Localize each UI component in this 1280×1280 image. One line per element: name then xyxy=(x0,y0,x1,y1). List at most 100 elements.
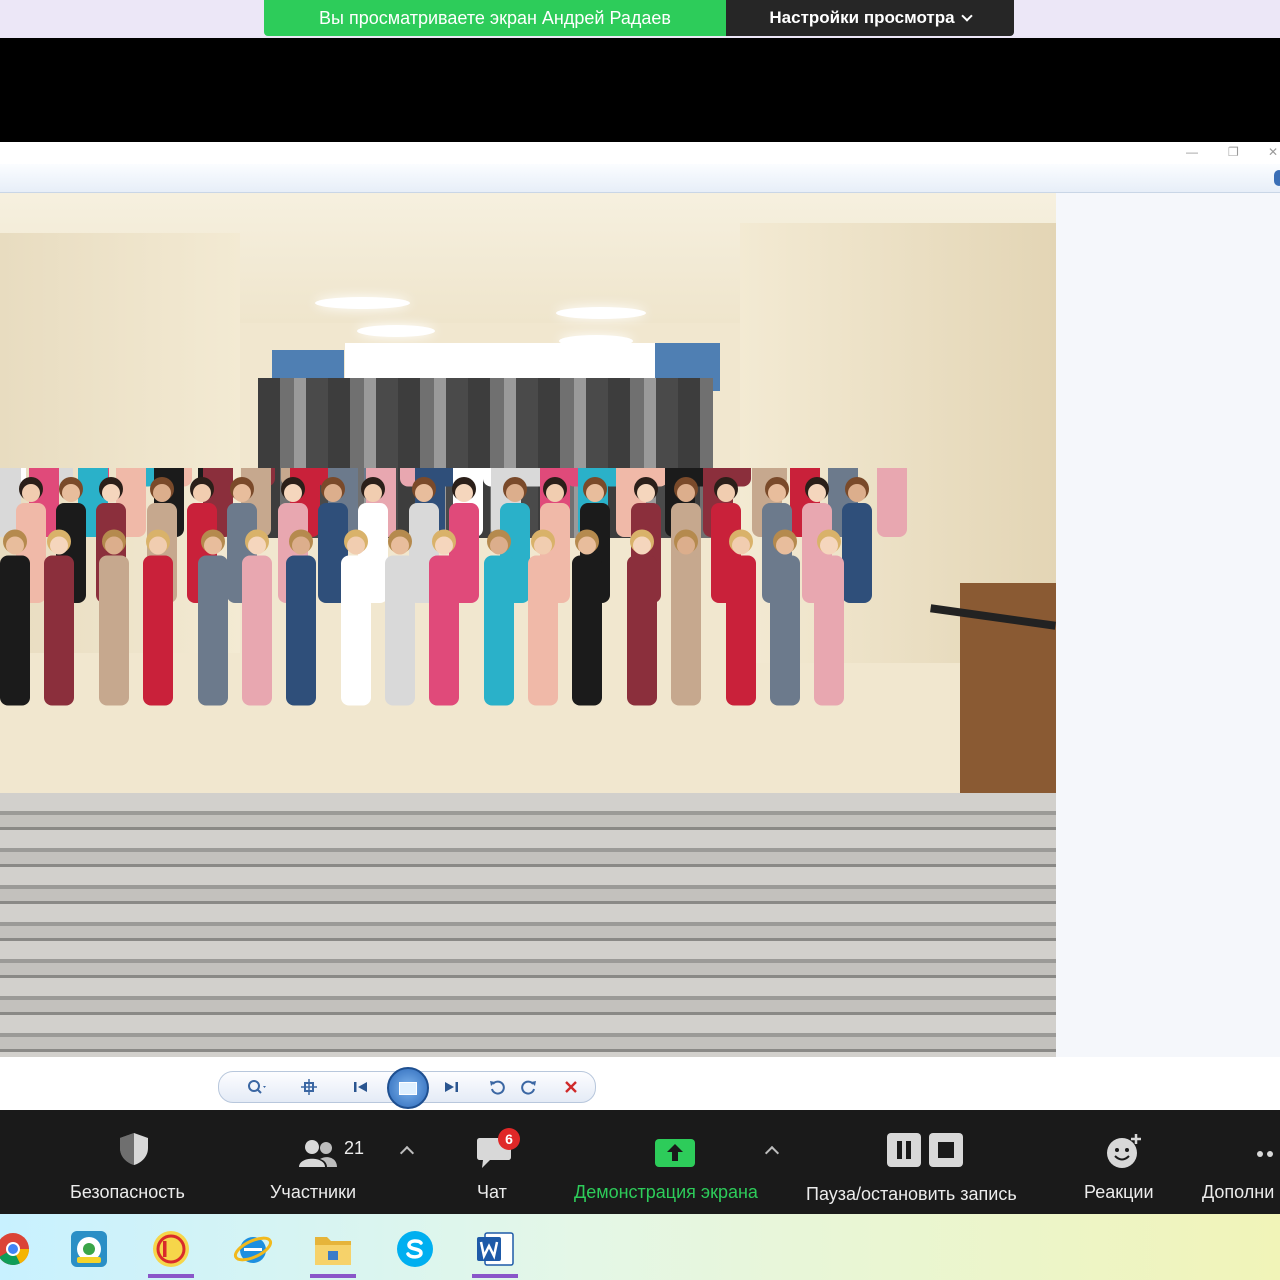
security-button[interactable]: Безопасность xyxy=(68,1110,200,1214)
person-face xyxy=(193,484,211,502)
person-body xyxy=(842,503,872,603)
taskbar-skype[interactable] xyxy=(388,1224,442,1274)
taskbar-file-explorer[interactable] xyxy=(306,1224,360,1278)
person-body xyxy=(627,555,657,706)
share-screen-icon xyxy=(655,1139,695,1167)
chrome-icon xyxy=(0,1233,30,1265)
person-body xyxy=(770,555,800,706)
person-body xyxy=(99,555,129,706)
person-face xyxy=(455,484,473,502)
word-icon xyxy=(477,1232,514,1266)
person-body xyxy=(0,555,30,706)
person-face xyxy=(768,484,786,502)
taskbar-1c-enterprise[interactable] xyxy=(62,1224,116,1274)
taskbar-chrome[interactable] xyxy=(0,1224,40,1274)
person-face xyxy=(22,484,40,502)
person-face xyxy=(732,536,750,555)
previous-button[interactable] xyxy=(349,1075,373,1099)
person-body xyxy=(44,555,74,706)
taskbar-1c[interactable] xyxy=(144,1224,198,1278)
person-face xyxy=(364,484,382,502)
shield-icon xyxy=(120,1133,148,1165)
windows-taskbar xyxy=(0,1214,1280,1280)
person-body xyxy=(385,555,415,706)
restore-button[interactable]: ❐ xyxy=(1228,145,1239,159)
person-body xyxy=(143,555,173,706)
person-face xyxy=(324,484,342,502)
person-face xyxy=(105,536,123,555)
person-body xyxy=(814,555,844,706)
slideshow-button[interactable] xyxy=(387,1067,429,1109)
share-screen-button[interactable]: Демонстрация экрана xyxy=(572,1110,780,1214)
person-face xyxy=(506,484,524,502)
reactions-button[interactable]: Реакции xyxy=(1082,1110,1164,1214)
participants-count: 21 xyxy=(344,1138,365,1158)
person-body xyxy=(528,555,558,706)
pause-stop-recording-button[interactable]: Пауза/остановить запись xyxy=(806,1110,1046,1214)
zoom-button[interactable] xyxy=(245,1075,269,1099)
person-body xyxy=(671,555,701,706)
share-screen-label: Демонстрация экрана xyxy=(574,1182,758,1202)
zoom-icon xyxy=(248,1080,266,1094)
person-body xyxy=(198,555,228,706)
participants-button[interactable]: 21 Участники xyxy=(268,1110,378,1214)
person-body xyxy=(341,555,371,706)
rotate-left-button[interactable] xyxy=(485,1075,509,1099)
person-face xyxy=(677,536,695,555)
rotate-left-icon xyxy=(490,1080,505,1095)
chat-button[interactable]: 6 Чат xyxy=(474,1110,520,1214)
person-face xyxy=(391,536,409,555)
rotate-right-button[interactable] xyxy=(517,1075,541,1099)
group-photo xyxy=(0,193,1056,1057)
person-body xyxy=(242,555,272,706)
ceiling-lamp xyxy=(315,297,410,309)
chevron-down-icon xyxy=(960,10,973,22)
view-options-button[interactable]: Настройки просмотра xyxy=(726,0,1014,36)
meeting-toolbar: Безопасность 21 Участники 6 Чат Демонстр… xyxy=(0,1110,1280,1214)
person-face xyxy=(284,484,302,502)
person-face xyxy=(415,484,433,502)
person-face xyxy=(546,484,564,502)
previous-icon xyxy=(354,1082,367,1092)
reactions-icon xyxy=(1107,1134,1141,1168)
viewer-titlebar: — ❐ ✕ xyxy=(0,142,1280,164)
next-icon xyxy=(445,1082,458,1092)
person-face xyxy=(149,536,167,555)
person-face xyxy=(62,484,80,502)
person-face xyxy=(578,536,596,555)
share-banner: Вы просматриваете экран Андрей Радаев На… xyxy=(264,0,1014,36)
ceiling-lamp xyxy=(357,325,435,337)
more-dots-icon xyxy=(1257,1151,1273,1157)
participants-label: Участники xyxy=(270,1182,356,1202)
shared-screen-black-area xyxy=(0,38,1280,142)
person-face xyxy=(248,536,266,555)
photo-viewer-toolbar xyxy=(218,1067,596,1109)
participants-options-caret[interactable] xyxy=(399,1145,415,1161)
close-window-button[interactable]: ✕ xyxy=(1268,145,1278,159)
person-face xyxy=(848,484,866,502)
minimize-button[interactable]: — xyxy=(1186,145,1198,159)
rotate-right-icon xyxy=(521,1080,536,1095)
actual-size-button[interactable] xyxy=(297,1075,321,1099)
help-icon[interactable] xyxy=(1274,170,1280,186)
delete-button[interactable] xyxy=(559,1075,583,1099)
reactions-label: Реакции xyxy=(1084,1182,1154,1202)
taskbar-word[interactable] xyxy=(468,1224,522,1278)
person-face xyxy=(50,536,68,555)
person-face xyxy=(153,484,171,502)
taskbar-internet-explorer[interactable] xyxy=(226,1224,280,1274)
person-body xyxy=(572,555,602,706)
photo-viewer-window: — ❐ ✕ xyxy=(0,142,1280,1110)
person-face xyxy=(490,536,508,555)
internet-explorer-icon xyxy=(233,1236,273,1263)
record-label: Пауза/остановить запись xyxy=(806,1184,1017,1204)
more-button[interactable]: Дополни xyxy=(1202,1110,1280,1214)
delete-icon xyxy=(565,1081,577,1093)
chat-unread-badge: 6 xyxy=(498,1128,520,1150)
person-face xyxy=(435,536,453,555)
fit-icon xyxy=(301,1079,317,1095)
next-button[interactable] xyxy=(439,1075,463,1099)
person-face xyxy=(820,536,838,555)
participants-icon xyxy=(299,1140,337,1167)
person-body xyxy=(484,555,514,706)
